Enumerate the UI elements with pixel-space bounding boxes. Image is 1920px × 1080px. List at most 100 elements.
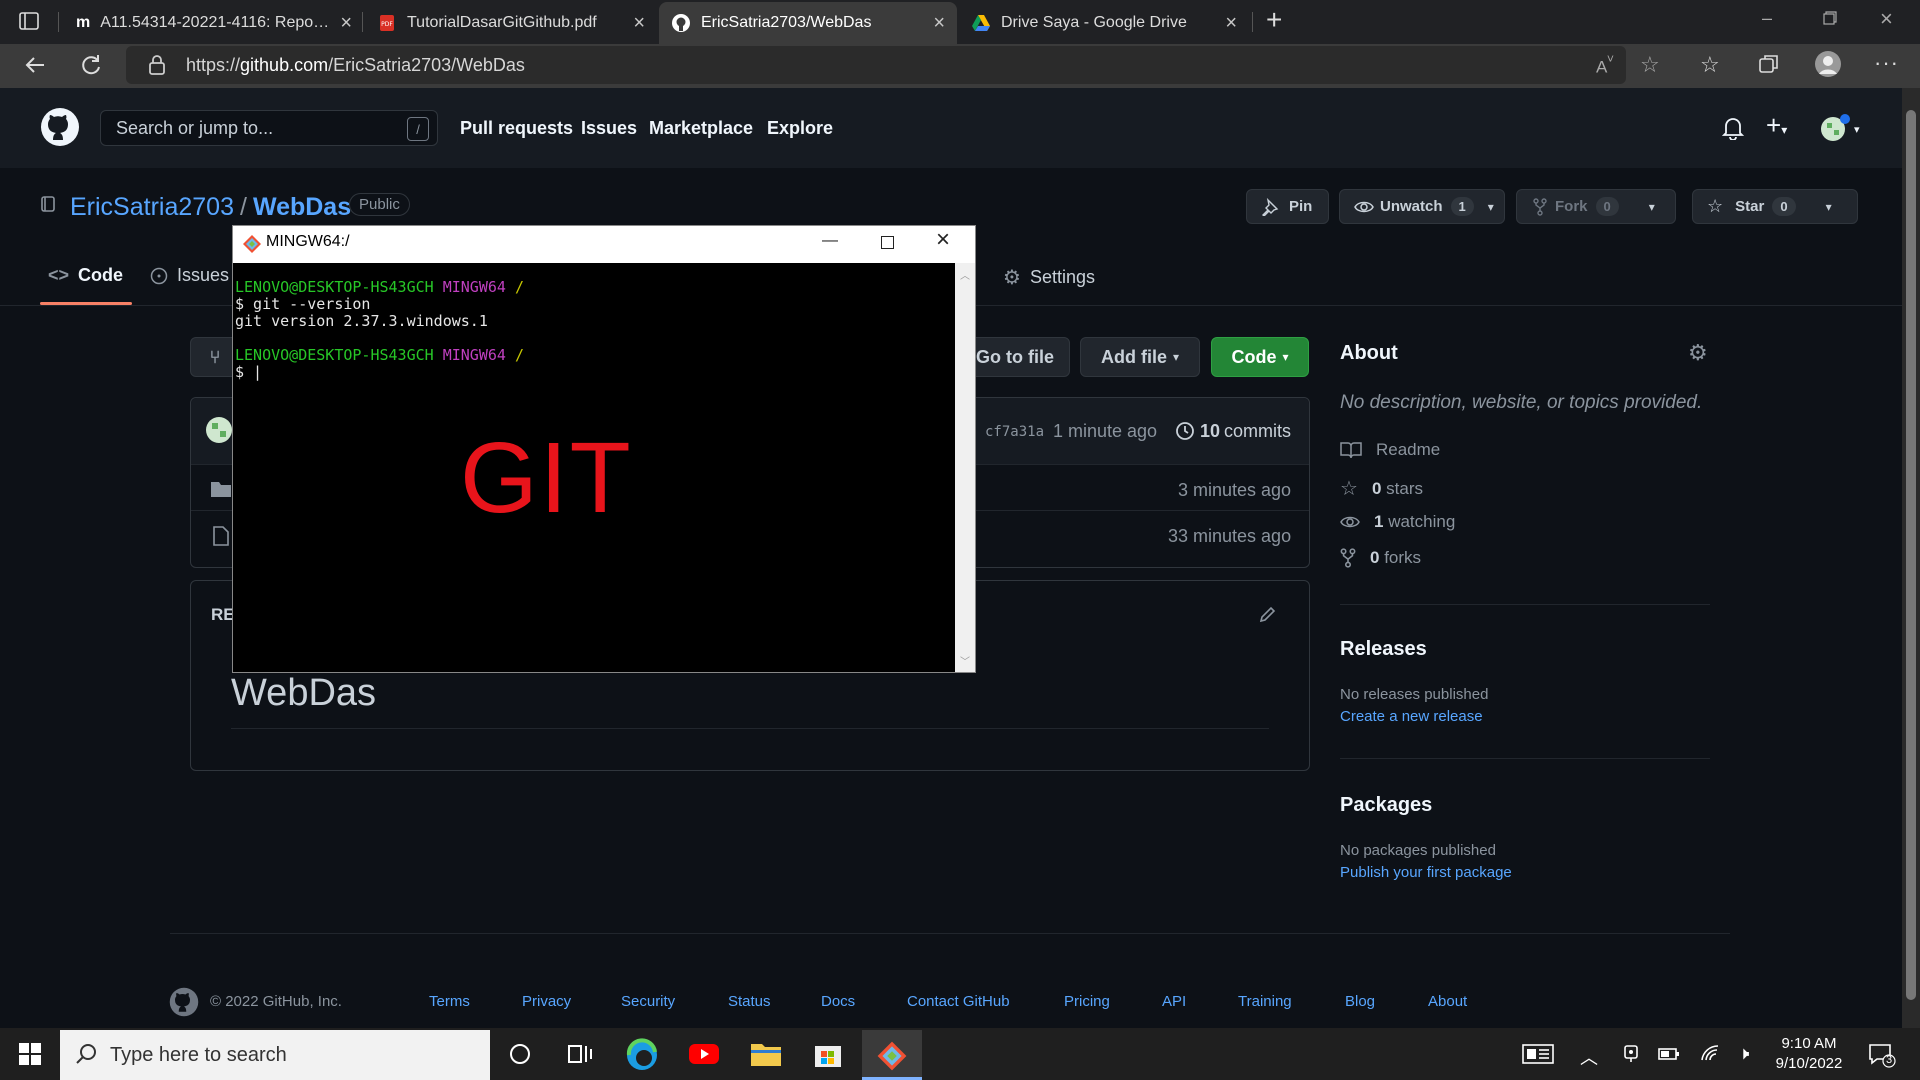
google-drive-icon — [971, 14, 991, 32]
read-aloud-icon[interactable]: Aⱽ — [1596, 54, 1613, 78]
star-button[interactable]: ☆ Star 0 ▾ — [1692, 189, 1858, 224]
task-view-icon[interactable] — [567, 1042, 593, 1066]
footer-link-about[interactable]: About — [1428, 993, 1467, 1010]
windows-start-icon[interactable] — [18, 1042, 42, 1066]
favorites-icon[interactable]: ☆ — [1700, 52, 1720, 78]
page-scrollbar[interactable] — [1902, 88, 1920, 1028]
tab-settings[interactable]: ⚙ Settings — [1003, 265, 1095, 290]
footer-link-terms[interactable]: Terms — [429, 993, 470, 1010]
file-explorer-icon[interactable] — [750, 1040, 782, 1068]
show-hidden-icons-icon[interactable]: ︿ — [1580, 1044, 1598, 1070]
footer-link-pricing[interactable]: Pricing — [1064, 993, 1110, 1010]
wifi-icon[interactable] — [1700, 1044, 1722, 1062]
taskbar-clock[interactable]: 9:10 AM 9/10/2022 — [1774, 1035, 1844, 1072]
commit-hash-link[interactable]: cf7a31a — [985, 424, 1044, 440]
back-icon[interactable] — [22, 52, 48, 78]
browser-tab-drive[interactable]: Drive Saya - Google Drive × — [959, 2, 1249, 44]
readme-label: Readme — [1376, 440, 1441, 459]
nav-explore[interactable]: Explore — [767, 118, 833, 139]
fork-button[interactable]: Fork 0 ▾ — [1516, 189, 1676, 224]
url-input[interactable]: https://github.com/EricSatria2703/WebDas — [126, 46, 1626, 84]
footer-link-docs[interactable]: Docs — [821, 993, 855, 1010]
breadcrumb-separator: / — [239, 193, 247, 221]
repo-owner-link[interactable]: EricSatria2703 — [70, 193, 234, 222]
create-new-icon[interactable]: +▾ — [1766, 112, 1787, 138]
tab-code[interactable]: <> Code — [48, 265, 123, 286]
commits-link[interactable]: 10 commits — [1174, 420, 1291, 442]
tab-settings-label: Settings — [1029, 267, 1095, 287]
tab-issues[interactable]: Issues — [150, 265, 229, 286]
tab-actions-icon[interactable] — [18, 10, 40, 32]
close-tab-icon[interactable]: × — [340, 13, 352, 33]
nav-marketplace[interactable]: Marketplace — [649, 118, 753, 139]
browser-tab-github[interactable]: EricSatria2703/WebDas × — [659, 2, 957, 44]
footer-link-api[interactable]: API — [1162, 993, 1186, 1010]
nav-issues[interactable]: Issues — [581, 118, 637, 139]
restore-window-icon[interactable] — [1822, 10, 1838, 26]
cortana-icon[interactable] — [508, 1042, 532, 1066]
more-menu-icon[interactable]: ··· — [1874, 50, 1899, 76]
news-widget-icon[interactable] — [1522, 1044, 1554, 1064]
footer-link-security[interactable]: Security — [621, 993, 675, 1010]
repo-name-link[interactable]: WebDas — [253, 193, 351, 222]
browser-tab-pdf[interactable]: PDF TutorialDasarGitGithub.pdf × — [365, 2, 657, 44]
collections-icon[interactable] — [1758, 53, 1780, 75]
unwatch-button[interactable]: Unwatch 1 ▾ — [1339, 189, 1505, 224]
user-avatar[interactable]: ▾ — [1820, 114, 1860, 144]
watching-link[interactable]: 1 watching — [1340, 512, 1455, 532]
footer-link-contact[interactable]: Contact GitHub — [907, 993, 1010, 1010]
terminal-minimize-icon[interactable]: — — [822, 232, 838, 250]
edge-browser-icon[interactable] — [625, 1038, 659, 1072]
releases-title[interactable]: Releases — [1340, 638, 1427, 661]
terminal-close-icon[interactable]: × — [936, 228, 950, 252]
lock-icon[interactable] — [148, 54, 166, 76]
terminal-command-line: $ git --version — [235, 295, 371, 313]
youtube-icon[interactable] — [688, 1040, 720, 1068]
close-tab-icon[interactable]: × — [1225, 13, 1237, 33]
about-settings-gear-icon[interactable]: ⚙ — [1688, 340, 1708, 366]
stars-link[interactable]: ☆ 0 stars — [1340, 476, 1423, 501]
fork-icon — [1340, 548, 1356, 568]
close-tab-icon[interactable]: × — [633, 13, 645, 33]
create-release-link[interactable]: Create a new release — [1340, 708, 1483, 725]
terminal-scrollbar[interactable]: ︿ ﹀ — [955, 263, 975, 672]
footer-link-training[interactable]: Training — [1238, 993, 1292, 1010]
add-file-button[interactable]: Add file ▾ — [1080, 337, 1200, 377]
github-logo-icon[interactable] — [40, 107, 80, 147]
battery-icon[interactable] — [1658, 1046, 1680, 1062]
sidebar-divider — [1340, 758, 1710, 759]
nav-pull-requests[interactable]: Pull requests — [460, 118, 573, 139]
forks-link[interactable]: 0 forks — [1340, 548, 1421, 568]
terminal-maximize-icon[interactable] — [881, 236, 894, 249]
go-to-file-button[interactable]: Go to file — [960, 337, 1070, 377]
packages-title[interactable]: Packages — [1340, 794, 1432, 817]
refresh-icon[interactable] — [78, 52, 104, 78]
publish-package-link[interactable]: Publish your first package — [1340, 864, 1512, 881]
taskbar-search-input[interactable]: Type here to search — [60, 1030, 490, 1080]
edit-pencil-icon[interactable] — [1258, 604, 1278, 624]
github-search-input[interactable]: Search or jump to... / — [100, 110, 438, 146]
tab-title: Drive Saya - Google Drive — [1001, 14, 1187, 31]
minimize-window-icon[interactable]: – — [1762, 8, 1772, 29]
code-download-button[interactable]: Code ▾ — [1211, 337, 1309, 377]
microsoft-store-icon[interactable] — [813, 1040, 843, 1068]
close-tab-icon[interactable]: × — [933, 13, 945, 33]
footer-link-status[interactable]: Status — [728, 993, 771, 1010]
terminal-input-line[interactable]: $ | — [235, 364, 955, 381]
footer-link-privacy[interactable]: Privacy — [522, 993, 571, 1010]
history-icon — [1174, 420, 1196, 442]
profile-avatar-icon[interactable] — [1814, 50, 1842, 78]
volume-icon[interactable]: 🕨 — [1738, 1043, 1749, 1064]
pin-button[interactable]: Pin — [1246, 189, 1329, 224]
new-tab-icon[interactable]: + — [1266, 6, 1282, 34]
github-footer-logo-icon[interactable] — [169, 987, 199, 1017]
webcam-icon[interactable] — [1622, 1044, 1640, 1064]
notification-count-badge: 3 — [1886, 1054, 1893, 1066]
notifications-bell-icon[interactable] — [1722, 116, 1744, 140]
committer-avatar[interactable] — [205, 416, 233, 444]
add-favorite-icon[interactable]: ☆ — [1640, 52, 1660, 78]
readme-link[interactable]: Readme — [1340, 440, 1440, 460]
close-window-icon[interactable]: × — [1880, 6, 1893, 32]
footer-link-blog[interactable]: Blog — [1345, 993, 1375, 1010]
browser-tab-repository[interactable]: m A11.54314-20221-4116: Repositc × — [64, 2, 364, 44]
